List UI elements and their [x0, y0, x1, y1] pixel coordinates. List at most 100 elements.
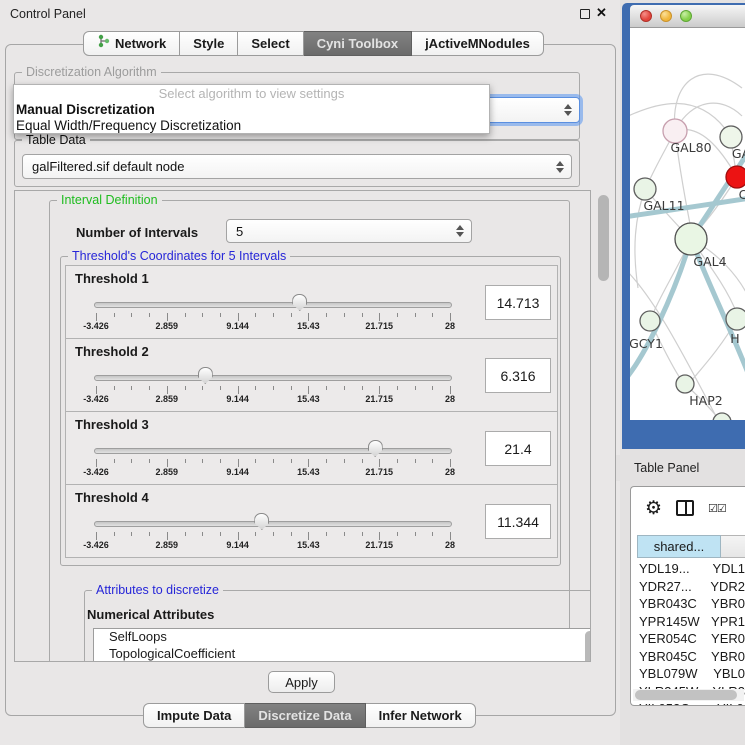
slider-ticks [96, 532, 450, 540]
float-window-icon[interactable] [580, 9, 590, 19]
gear-icon[interactable]: ⚙ [645, 499, 662, 518]
zoom-traffic-light-icon[interactable] [680, 10, 692, 22]
panel-scrollbar[interactable] [597, 192, 611, 660]
tab-jactivemnodules[interactable]: jActiveMNodules [412, 31, 544, 56]
cell-name: YDR2 [708, 579, 745, 597]
column-header-name[interactable]: na [721, 535, 745, 558]
table-data-combobox[interactable]: galFiltered.sif default node [22, 154, 572, 179]
table-data-selected: galFiltered.sif default node [32, 159, 184, 174]
slider-thumb[interactable] [292, 294, 307, 311]
threshold-value-field[interactable]: 21.4 [485, 431, 551, 466]
slider-track[interactable] [94, 448, 452, 454]
close-traffic-light-icon[interactable] [640, 10, 652, 22]
slider-ticks [96, 313, 450, 321]
table-panel-header: Table Panel [616, 455, 745, 481]
network-node-gal4[interactable] [675, 223, 707, 255]
tab-network[interactable]: Network [83, 31, 180, 56]
threshold-label: Threshold 4 [75, 490, 149, 505]
cell-shared-name: YIL052C [631, 701, 715, 706]
select-columns-icon[interactable]: ☑☑ [708, 502, 726, 515]
slider-tick-labels: -3.4262.8599.14415.4321.71528 [96, 540, 450, 551]
bottom-tab-bar: Impute Data Discretize DataInfer Network [143, 703, 476, 728]
table-row[interactable]: YIL052CYIL0 [631, 701, 745, 706]
split-columns-icon[interactable] [676, 500, 694, 516]
dropdown-options: Manual DiscretizationEqual Width/Frequen… [14, 102, 489, 134]
table-hscrollbar[interactable] [633, 689, 744, 701]
dropdown-option[interactable]: Equal Width/Frequency Discretization [14, 118, 489, 134]
numerical-attributes-list[interactable]: SelfLoopsTopologicalCoefficientBetweenne… [93, 628, 591, 662]
node-table: ⚙ ☑☑ shared... na YDL19...YDL1YDR27...YD… [630, 486, 745, 706]
threshold-value-field[interactable]: 11.344 [485, 504, 551, 539]
cell-shared-name: YPR145W [631, 614, 709, 632]
interval-definition-group: Interval Definition Number of Intervals … [49, 200, 570, 662]
tab-impute-data[interactable]: Impute Data [143, 703, 245, 728]
table-row[interactable]: YER054CYER0 [631, 631, 745, 649]
group-title-interval-definition: Interval Definition [57, 193, 162, 208]
cell-name: YDL1 [710, 561, 745, 579]
network-node[interactable] [713, 413, 731, 420]
column-header-shared-name[interactable]: shared... [637, 535, 721, 558]
slider-track[interactable] [94, 521, 452, 527]
cell-name: YER0 [709, 631, 745, 649]
network-node-gcy1[interactable] [640, 311, 660, 331]
table-row[interactable]: YPR145WYPR1 [631, 614, 745, 632]
slider-thumb[interactable] [254, 513, 269, 530]
algorithm-dropdown-popup: Select algorithm to view settings Manual… [13, 84, 490, 134]
app-root: Control Panel ✕ Network Style SelectCyni T… [0, 0, 745, 745]
tab-cyni-toolbox[interactable]: Cyni Toolbox [304, 31, 412, 56]
control-panel-header: Control Panel ✕ [0, 0, 620, 27]
network-view[interactable]: GAL80GACGAL11GAL4GCY1HHAP2 [630, 28, 745, 420]
network-node-hap2[interactable] [676, 375, 694, 393]
table-row[interactable]: YBR045CYBR0 [631, 649, 745, 667]
tab-style[interactable]: Style [180, 31, 238, 56]
table-row[interactable]: YBR043CYBR0 [631, 596, 745, 614]
network-edge [693, 148, 745, 236]
network-node-c[interactable] [726, 166, 745, 188]
slider-thumb[interactable] [198, 367, 213, 384]
threshold-value-field[interactable]: 6.316 [485, 358, 551, 393]
combo-stepper-icon [456, 225, 464, 237]
close-icon[interactable]: ✕ [596, 5, 607, 21]
tab-select[interactable]: Select [238, 31, 303, 56]
tab-discretize-data[interactable]: Discretize Data [245, 703, 365, 728]
threshold-row: Threshold 2-3.4262.8599.14415.4321.71528… [65, 338, 558, 412]
panel-title: Control Panel [10, 7, 86, 21]
network-node-h[interactable] [726, 308, 745, 330]
list-item[interactable]: TopologicalCoefficient [94, 646, 591, 663]
slider-tick-labels: -3.4262.8599.14415.4321.71528 [96, 321, 450, 332]
slider-track[interactable] [94, 302, 452, 308]
cell-name: YPR1 [709, 614, 745, 632]
table-row[interactable]: YDL19...YDL1 [631, 561, 745, 579]
number-of-intervals-combobox[interactable]: 5 [226, 219, 472, 243]
threshold-value-field[interactable]: 14.713 [485, 285, 551, 320]
slider-track[interactable] [94, 375, 452, 381]
group-title-thresholds: Threshold's Coordinates for 5 Intervals [68, 249, 290, 264]
minimize-traffic-light-icon[interactable] [660, 10, 672, 22]
dropdown-option[interactable]: Manual Discretization [14, 102, 489, 118]
table-row[interactable]: YBL079WYBL0 [631, 666, 745, 684]
tab-label: Style [193, 32, 224, 55]
threshold-row: Threshold 4 -3.4262.8599.14415.4321.71528… [65, 484, 558, 558]
cell-name: YIL0 [715, 701, 744, 706]
top-tab-bar: Network Style SelectCyni ToolboxjActiveMNo… [83, 31, 544, 56]
network-window-titlebar[interactable] [630, 5, 745, 28]
tab-infer-network[interactable]: Infer Network [366, 703, 476, 728]
thresholds-group: Threshold's Coordinates for 5 Intervals … [60, 256, 561, 566]
threshold-label: Threshold 3 [75, 417, 149, 432]
network-node-label: GCY1 [630, 336, 663, 351]
network-node-ga[interactable] [720, 126, 742, 148]
table-row[interactable]: YDR27...YDR2 [631, 579, 745, 597]
network-node-label: HAP2 [689, 393, 722, 408]
cell-shared-name: YBL079W [631, 666, 711, 684]
tab-label: Impute Data [157, 704, 231, 727]
list-scrollbar[interactable] [585, 631, 591, 662]
network-node-label: GA [732, 146, 745, 161]
network-node-gal11[interactable] [634, 178, 656, 200]
slider-tick-labels: -3.4262.8599.14415.4321.71528 [96, 394, 450, 405]
slider-thumb[interactable] [368, 440, 383, 457]
apply-button[interactable]: Apply [268, 671, 335, 693]
network-window: GAL80GACGAL11GAL4GCY1HHAP2 [622, 3, 745, 449]
network-edge [674, 74, 742, 131]
list-item[interactable]: SelfLoops [94, 629, 591, 646]
cell-shared-name: YBR045C [631, 649, 709, 667]
